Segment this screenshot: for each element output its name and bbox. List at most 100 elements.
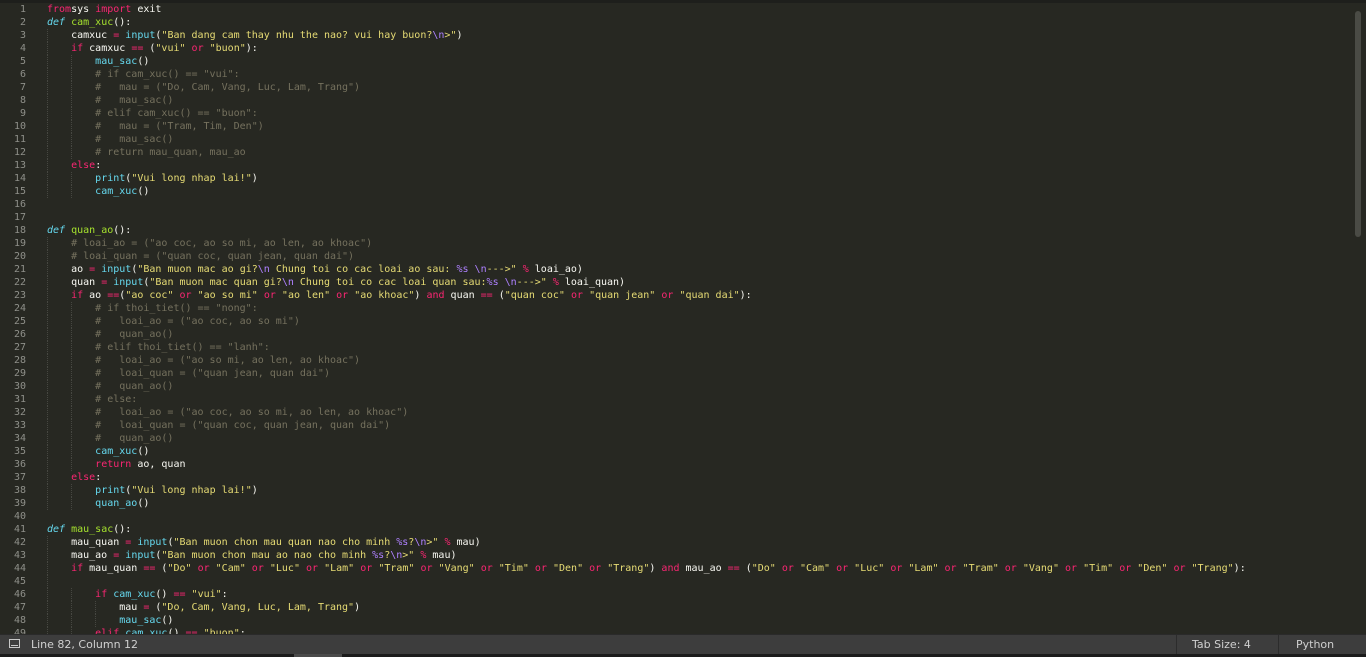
code-token: : (95, 160, 102, 171)
code-line[interactable]: 14 print("Vui long nhap lai!") (0, 172, 1352, 185)
code-token: == (173, 589, 186, 600)
code-line[interactable]: 37 else: (0, 471, 1352, 484)
code-line[interactable]: 10 # mau = ("Tram, Tim, Den") (0, 120, 1352, 133)
code-line[interactable]: 4 if camxuc == ("vui" or "buon"): (0, 42, 1352, 55)
code-line[interactable]: 15 cam_xuc() (0, 185, 1352, 198)
line-number: 36 (13, 459, 26, 470)
code-text: mau_ao = input("Ban muon chon mau ao nao… (47, 549, 456, 562)
code-line[interactable]: 49 elif cam_xuc() == "buon": (0, 627, 1352, 634)
code-line[interactable]: 22 quan = input("Ban muon mac quan gi?\n… (0, 276, 1352, 289)
tab-size-button[interactable]: Tab Size: 4 (1192, 638, 1251, 651)
code-line[interactable]: 6 # if cam_xuc() == "vui": (0, 68, 1352, 81)
code-line[interactable]: 34 # quan_ao() (0, 432, 1352, 445)
code-text: else: (47, 471, 101, 484)
code-token: or (179, 290, 192, 301)
syntax-button[interactable]: Python (1296, 638, 1334, 651)
code-token: "Trang" (607, 563, 650, 574)
code-line[interactable]: 2 def cam_xuc(): (0, 16, 1352, 29)
code-token: "Ban muon mac quan gi? (149, 277, 282, 288)
code-line[interactable]: 43 mau_ao = input("Ban muon chon mau ao … (0, 549, 1352, 562)
code-token: "Vang" (1022, 563, 1059, 574)
code-line[interactable]: 29 # loai_quan = ("quan jean, quan dai") (0, 367, 1352, 380)
code-line[interactable]: 12 # return mau_quan, mau_ao (0, 146, 1352, 159)
code-line[interactable]: 1 fromsys import exit (0, 3, 1352, 16)
code-line[interactable]: 19 # loai_ao = ("ao coc, ao so mi, ao le… (0, 237, 1352, 250)
code-text: print("Vui long nhap lai!") (47, 172, 258, 185)
code-token: "ao coc" (125, 290, 174, 301)
code-token: mau_ao (47, 550, 114, 561)
code-token: quan (444, 290, 481, 301)
code-line[interactable]: 11 # mau_sac() (0, 133, 1352, 146)
code-token: "quan coc" (504, 290, 565, 301)
code-line[interactable]: 5 mau_sac() (0, 55, 1352, 68)
code-token: "Den" (1137, 563, 1168, 574)
code-line[interactable]: 21 ao = input("Ban muon mac ao gi?\n Chu… (0, 263, 1352, 276)
code-token: mau_quan (83, 563, 144, 574)
code-line[interactable]: 23 if ao ==("ao coc" or "ao so mi" or "a… (0, 289, 1352, 302)
code-line[interactable]: 30 # quan_ao() (0, 380, 1352, 393)
code-editor[interactable]: 1 fromsys import exit 2 def cam_xuc(): 3 cam… (0, 3, 1352, 634)
code-line[interactable]: 33 # loai_quan = ("quan coc, quan jean, … (0, 419, 1352, 432)
scrollbar-thumb[interactable] (1355, 11, 1361, 237)
code-token: # loai_ao = ("ao coc, ao so mi, ao len, … (95, 407, 409, 418)
code-line[interactable]: 46 if cam_xuc() == "vui": (0, 588, 1352, 601)
code-line[interactable]: 41 def mau_sac(): (0, 523, 1352, 536)
code-line[interactable]: 17 (0, 211, 1352, 224)
code-line[interactable]: 48 mau_sac() (0, 614, 1352, 627)
code-text: return ao, quan (47, 458, 185, 471)
code-line[interactable]: 13 else: (0, 159, 1352, 172)
code-token: mau_ao (679, 563, 728, 574)
code-token: # elif cam_xuc() == "buon": (95, 108, 258, 119)
code-line[interactable]: 47 mau = ("Do, Cam, Vang, Luc, Lam, Tran… (0, 601, 1352, 614)
code-line[interactable]: 31 # else: (0, 393, 1352, 406)
code-token: ) (251, 485, 258, 496)
code-line[interactable]: 8 # mau_sac() (0, 94, 1352, 107)
code-line[interactable]: 26 # quan_ao() (0, 328, 1352, 341)
code-token: mau_sac (95, 56, 138, 67)
line-number: 48 (13, 615, 26, 626)
code-line[interactable]: 24 # if thoi_tiet() == "nong": (0, 302, 1352, 315)
code-line[interactable]: 36 return ao, quan (0, 458, 1352, 471)
line-number: 3 (19, 30, 26, 41)
code-token: "Tim" (1083, 563, 1114, 574)
code-token: print (95, 173, 126, 184)
code-line[interactable]: 42 mau_quan = input("Ban muon chon mau q… (0, 536, 1352, 549)
code-text: mau_sac() (47, 614, 173, 627)
code-token: (): (113, 17, 132, 28)
code-line[interactable]: 45 (0, 575, 1352, 588)
code-line[interactable]: 40 (0, 510, 1352, 523)
code-line[interactable]: 18 def quan_ao(): (0, 224, 1352, 237)
code-token: or (480, 563, 493, 574)
code-token: or (534, 563, 547, 574)
code-line[interactable]: 44 if mau_quan == ("Do" or "Cam" or "Luc… (0, 562, 1352, 575)
code-token: () (137, 446, 150, 457)
code-token: or (571, 290, 584, 301)
code-line[interactable]: 32 # loai_ao = ("ao coc, ao so mi, ao le… (0, 406, 1352, 419)
panel-toggle-icon[interactable] (9, 639, 20, 648)
code-line[interactable]: 38 print("Vui long nhap lai!") (0, 484, 1352, 497)
code-token: # loai_quan = ("quan coc, quan jean, qua… (71, 251, 355, 262)
code-token: ( (149, 602, 162, 613)
code-line[interactable]: 25 # loai_ao = ("ao coc, ao so mi") (0, 315, 1352, 328)
code-line[interactable]: 35 cam_xuc() (0, 445, 1352, 458)
code-text: # mau_sac() (47, 94, 173, 107)
code-token: "Lam" (908, 563, 939, 574)
code-text: # elif cam_xuc() == "buon": (47, 107, 258, 120)
code-text: # loai_ao = ("ao so mi, ao len, ao khoac… (47, 354, 360, 367)
code-line[interactable]: 20 # loai_quan = ("quan coc, quan jean, … (0, 250, 1352, 263)
code-line[interactable]: 9 # elif cam_xuc() == "buon": (0, 107, 1352, 120)
code-token: \n (504, 277, 517, 288)
code-line[interactable]: 28 # loai_ao = ("ao so mi, ao len, ao kh… (0, 354, 1352, 367)
code-line[interactable]: 39 quan_ao() (0, 497, 1352, 510)
code-token: "Den" (553, 563, 584, 574)
code-token: () (155, 589, 174, 600)
code-line[interactable]: 7 # mau = ("Do, Cam, Vang, Luc, Lam, Tra… (0, 81, 1352, 94)
code-line[interactable]: 3 camxuc = input("Ban dang cam thay nhu … (0, 29, 1352, 42)
code-line[interactable]: 16 (0, 198, 1352, 211)
cursor-position: Line 82, Column 12 (31, 638, 139, 651)
code-line[interactable]: 27 # elif thoi_tiet() == "lanh": (0, 341, 1352, 354)
vertical-scrollbar[interactable] (1352, 3, 1366, 634)
code-token: == (131, 43, 144, 54)
